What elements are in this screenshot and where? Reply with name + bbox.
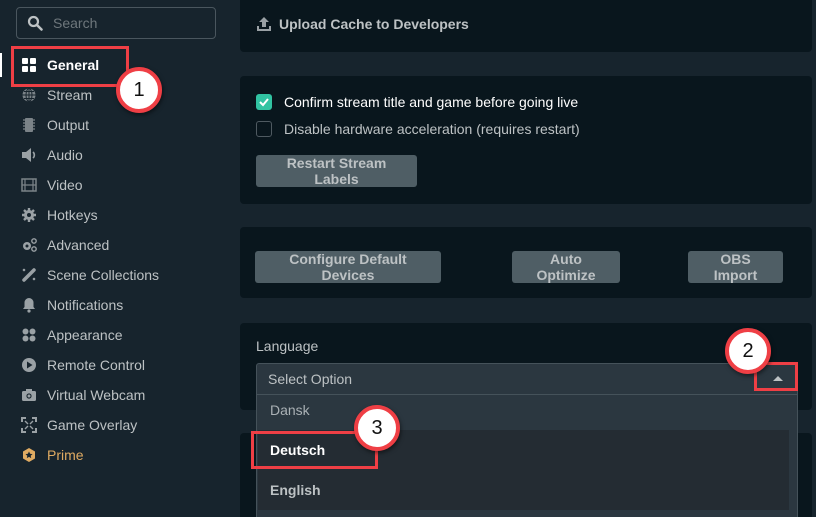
sidebar-item-label: Hotkeys (47, 207, 98, 223)
configure-default-devices-button[interactable]: Configure Default Devices (255, 251, 441, 283)
sidebar-item-video[interactable]: Video (0, 170, 230, 200)
annotation-step-badge: 3 (354, 405, 400, 451)
language-option-english[interactable]: English (258, 470, 789, 510)
sidebar-item-label: Virtual Webcam (47, 387, 146, 403)
restart-stream-labels-button[interactable]: Restart Stream Labels (256, 155, 417, 187)
sidebar-item-appearance[interactable]: Appearance (0, 320, 230, 350)
sidebar-item-virtual-webcam[interactable]: Virtual Webcam (0, 380, 230, 410)
expand-icon (21, 417, 37, 433)
sidebar-item-label: Audio (47, 147, 83, 163)
sidebar-item-label: Remote Control (47, 357, 146, 373)
sidebar-item-notifications[interactable]: Notifications (0, 290, 230, 320)
confirm-title-checkbox-row[interactable]: Confirm stream title and game before goi… (256, 94, 578, 110)
sidebar-item-prime[interactable]: Prime (0, 440, 230, 470)
disable-hw-accel-checkbox-row[interactable]: Disable hardware acceleration (requires … (256, 121, 580, 137)
chip-icon (23, 118, 35, 132)
gear-icon (22, 208, 36, 222)
confirm-title-label: Confirm stream title and game before goi… (284, 94, 579, 110)
annotation-highlight-general (11, 46, 129, 87)
sidebar-item-label: Scene Collections (47, 267, 160, 283)
sidebar-item-label: Advanced (47, 237, 110, 253)
sidebar-item-advanced[interactable]: Advanced (0, 230, 230, 260)
gears-icon (23, 238, 37, 252)
sidebar-item-label: Stream (47, 87, 93, 103)
sidebar-item-label: Output (47, 117, 90, 133)
sidebar-item-output[interactable]: Output (0, 110, 230, 140)
sidebar-nav: General Stream Output Audio Video Hotkey… (0, 50, 230, 470)
sidebar-item-game-overlay[interactable]: Game Overlay (0, 410, 230, 440)
bell-icon (23, 298, 35, 313)
search-box[interactable] (16, 7, 216, 39)
option-label: Dansk (270, 402, 310, 418)
upload-cache-button[interactable]: Upload Cache to Developers (256, 16, 469, 32)
annotation-step-badge: 2 (725, 328, 771, 374)
sidebar-item-hotkeys[interactable]: Hotkeys (0, 200, 230, 230)
language-select-value: Select Option (268, 371, 353, 387)
upload-icon (257, 17, 271, 31)
globe-icon (22, 88, 36, 102)
play-circle-icon (22, 358, 36, 372)
disable-hw-accel-checkbox[interactable] (256, 121, 272, 137)
search-input[interactable] (53, 15, 203, 31)
language-label: Language (256, 338, 319, 354)
sidebar-item-label: Prime (47, 447, 84, 463)
upload-cache-label: Upload Cache to Developers (279, 16, 469, 32)
auto-optimize-button[interactable]: Auto Optimize (512, 251, 620, 283)
search-icon (27, 15, 43, 31)
annotation-step-badge: 1 (116, 67, 162, 113)
sidebar-item-audio[interactable]: Audio (0, 140, 230, 170)
disable-hw-accel-label: Disable hardware acceleration (requires … (284, 121, 580, 137)
sidebar-item-remote-control[interactable]: Remote Control (0, 350, 230, 380)
magic-wand-icon (22, 268, 36, 282)
camera-icon (22, 389, 36, 401)
sidebar-item-label: Appearance (47, 327, 123, 343)
obs-import-button[interactable]: OBS Import (688, 251, 783, 283)
sidebar-item-scene-collections[interactable]: Scene Collections (0, 260, 230, 290)
film-icon (21, 178, 37, 192)
option-label: English (270, 482, 321, 498)
prime-badge-icon (23, 448, 35, 462)
language-option-dansk[interactable]: Dansk (258, 390, 789, 430)
speaker-icon (22, 148, 36, 162)
palette-icon (22, 328, 36, 342)
sidebar-item-label: Video (47, 177, 83, 193)
confirm-title-checkbox[interactable] (256, 94, 272, 110)
checkmark-icon (259, 98, 269, 107)
sidebar-item-label: Game Overlay (47, 417, 138, 433)
sidebar-item-label: Notifications (47, 297, 124, 313)
